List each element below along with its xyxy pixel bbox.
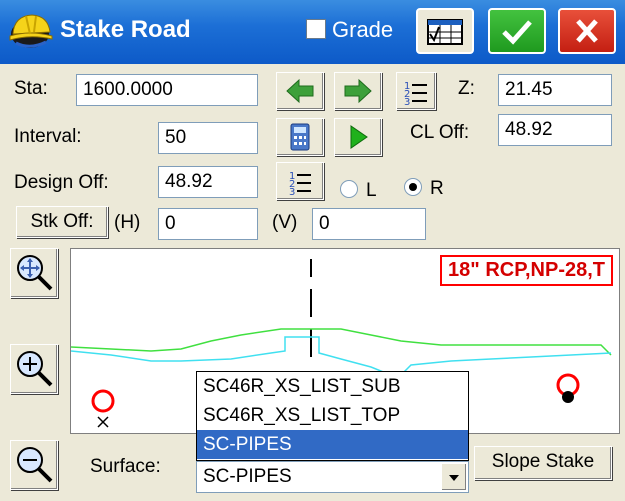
zoom-extents-icon	[17, 255, 53, 291]
calculator-button[interactable]	[276, 118, 324, 156]
table-icon	[427, 19, 463, 45]
surface-select-value: SC-PIPES	[203, 466, 292, 487]
surface-option[interactable]: SC46R_XS_LIST_TOP	[197, 401, 468, 430]
station-list-button[interactable]: 1 2 3	[396, 72, 436, 110]
play-icon	[350, 125, 368, 149]
numbered-list-icon: 1 2 3	[289, 171, 311, 198]
z-input[interactable]: 21.45	[498, 74, 612, 106]
interval-label: Interval:	[14, 126, 82, 147]
side-right-radio[interactable]	[404, 178, 422, 196]
surface-select[interactable]: SC-PIPES	[196, 461, 469, 493]
cl-off-input[interactable]: 48.92	[498, 114, 612, 146]
cl-off-label: CL Off:	[410, 122, 470, 143]
design-off-input[interactable]: 48.92	[158, 166, 258, 198]
station-back-button[interactable]	[276, 72, 324, 110]
pipe-left-marker	[91, 389, 115, 413]
svg-text:3: 3	[404, 97, 410, 108]
checkmark-icon	[502, 20, 532, 45]
slope-stake-button[interactable]: Slope Stake	[474, 446, 612, 480]
surface-option[interactable]: SC46R_XS_LIST_SUB	[197, 372, 468, 401]
svg-text:3: 3	[289, 187, 295, 198]
side-left-radio[interactable]	[340, 180, 358, 198]
surface-label: Surface:	[90, 456, 161, 477]
sta-label: Sta:	[14, 78, 48, 99]
v-offset-input[interactable]: 0	[312, 208, 426, 240]
cancel-button[interactable]	[558, 8, 616, 54]
zoom-out-button[interactable]	[10, 440, 58, 490]
arrow-left-icon	[286, 78, 314, 104]
grade-label: Grade	[332, 17, 394, 42]
close-icon	[576, 19, 598, 43]
grade-checkbox[interactable]	[306, 19, 326, 39]
dropdown-arrow-button[interactable]	[441, 463, 467, 491]
z-label: Z:	[458, 78, 475, 99]
design-off-label: Design Off:	[14, 172, 109, 193]
h-label: (H)	[114, 212, 141, 233]
zoom-out-icon	[17, 447, 53, 483]
hard-hat-icon	[9, 14, 53, 48]
interval-input[interactable]: 50	[158, 122, 258, 154]
calculator-icon	[290, 123, 310, 151]
play-button[interactable]	[334, 118, 382, 156]
side-right-label: R	[430, 178, 444, 199]
table-view-button[interactable]	[416, 8, 474, 54]
pipe-label: 18" RCP,NP-28,T	[440, 255, 613, 286]
zoom-in-button[interactable]	[10, 344, 58, 394]
surface-option-selected[interactable]: SC-PIPES	[197, 430, 468, 459]
existing-ground-line	[71, 328, 612, 356]
window-title: Stake Road	[60, 16, 191, 43]
zoom-extents-button[interactable]	[10, 248, 58, 298]
ok-button[interactable]	[488, 8, 546, 54]
chevron-down-icon	[449, 475, 459, 481]
v-label: (V)	[272, 212, 298, 233]
side-left-label: L	[366, 180, 377, 201]
zoom-in-icon	[17, 351, 53, 387]
numbered-list-icon: 1 2 3	[404, 81, 427, 108]
design-off-list-button[interactable]: 1 2 3	[276, 162, 324, 200]
title-bar: Stake Road Grade	[0, 0, 625, 64]
design-surface-line	[71, 336, 612, 376]
surface-dropdown-list: SC46R_XS_LIST_SUB SC46R_XS_LIST_TOP SC-P…	[196, 371, 469, 461]
arrow-right-icon	[344, 78, 372, 104]
h-offset-input[interactable]: 0	[158, 208, 258, 240]
station-forward-button[interactable]	[334, 72, 382, 110]
station-input[interactable]: 1600.0000	[76, 74, 258, 106]
stake-offset-button[interactable]: Stk Off:	[16, 206, 108, 238]
